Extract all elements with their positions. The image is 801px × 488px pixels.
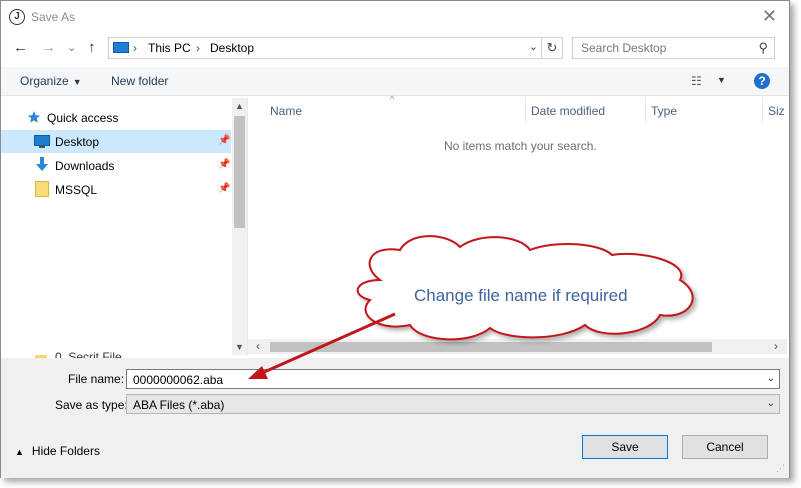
breadcrumb-desktop[interactable]: Desktop	[210, 41, 254, 55]
horizontal-scrollbar[interactable]: ‹ ›	[248, 339, 787, 354]
chevron-down-icon[interactable]: ⌄	[767, 373, 775, 384]
save-as-type-label: Save as type:	[55, 398, 128, 412]
save-as-type-value: ABA Files (*.aba)	[133, 398, 225, 412]
sidebar-item-label: MSSQL	[55, 183, 98, 197]
column-divider[interactable]	[525, 98, 526, 123]
back-arrow-icon[interactable]: ←	[13, 39, 28, 57]
resize-grip-icon[interactable]: ⋰	[776, 463, 785, 474]
sidebar-item-label: Desktop	[55, 135, 100, 149]
breadcrumb-separator: ›	[196, 41, 200, 55]
column-header-date-modified[interactable]: Date modified	[531, 104, 605, 118]
hide-folders-label: Hide Folders	[31, 444, 100, 458]
app-icon: J	[9, 9, 25, 25]
close-icon[interactable]: ✕	[762, 7, 777, 25]
breadcrumb-this-pc[interactable]: This PC	[148, 41, 191, 55]
sidebar-scrollbar[interactable]: ▲ ▼	[232, 98, 247, 355]
chevron-down-icon[interactable]: ▼	[717, 75, 726, 85]
column-header-size[interactable]: Siz	[768, 104, 785, 118]
scroll-up-icon[interactable]: ▲	[235, 101, 244, 111]
callout-text: Change file name if required	[414, 286, 628, 305]
folder-icon	[35, 181, 49, 197]
save-options-panel: File name: 0000000062.aba ⌄ Save as type…	[1, 358, 789, 478]
this-pc-icon	[113, 42, 129, 53]
help-icon[interactable]: ?	[754, 73, 770, 89]
refresh-icon[interactable]: ↻	[541, 38, 562, 58]
up-arrow-icon[interactable]: ↑	[88, 39, 96, 57]
search-box[interactable]: Search Desktop ⚲	[572, 37, 775, 59]
save-as-dialog: J Save As ✕ ← → ⌄ ↑ › This PC › Desktop …	[0, 0, 790, 478]
scroll-right-icon[interactable]: ›	[774, 339, 778, 353]
desktop-icon	[34, 135, 50, 148]
cancel-button[interactable]: Cancel	[682, 435, 768, 459]
sidebar-item-quick-access[interactable]: Quick access	[1, 106, 231, 129]
sidebar-item-label: Quick access	[47, 111, 119, 125]
scrollbar-thumb[interactable]	[270, 342, 712, 352]
scroll-left-icon[interactable]: ‹	[256, 339, 260, 353]
file-name-input[interactable]: 0000000062.aba ⌄	[126, 369, 780, 389]
save-as-type-select[interactable]: ABA Files (*.aba) ⌄	[126, 394, 780, 414]
sidebar-item-label: Downloads	[55, 159, 115, 173]
star-icon	[28, 111, 40, 123]
save-button[interactable]: Save	[582, 435, 668, 459]
file-name-value: 0000000062.aba	[133, 373, 224, 387]
navigation-bar: ← → ⌄ ↑ › This PC › Desktop ⌄ ↻ Search D…	[1, 37, 789, 61]
column-header-name[interactable]: Name	[270, 104, 302, 118]
search-icon[interactable]: ⚲	[758, 40, 768, 56]
scroll-down-icon[interactable]: ▼	[235, 342, 244, 352]
organize-button[interactable]: Organize ▼	[20, 74, 82, 88]
pin-icon[interactable]: 📌	[218, 159, 230, 170]
sidebar-item-mssql[interactable]: MSSQL 📌	[1, 178, 231, 201]
empty-list-message: No items match your search.	[444, 139, 597, 153]
chevron-down-icon[interactable]: ⌄	[767, 398, 775, 409]
column-header-type[interactable]: Type	[651, 104, 677, 118]
pin-icon[interactable]: 📌	[218, 183, 230, 194]
command-toolbar: Organize ▼ New folder ☷ ▼ ?	[1, 67, 789, 96]
sort-ascending-icon: ^	[390, 94, 395, 104]
sidebar-item-desktop[interactable]: Desktop 📌	[1, 130, 231, 153]
recent-locations-icon[interactable]: ⌄	[67, 39, 76, 57]
download-icon	[36, 157, 48, 171]
column-divider[interactable]	[645, 98, 646, 123]
hide-folders-button[interactable]: ▲ Hide Folders	[15, 444, 100, 458]
sidebar-item-downloads[interactable]: Downloads 📌	[1, 154, 231, 177]
search-placeholder: Search Desktop	[581, 41, 667, 55]
forward-arrow-icon[interactable]: →	[41, 39, 56, 57]
pin-icon[interactable]: 📌	[218, 135, 230, 146]
new-folder-button[interactable]: New folder	[111, 74, 168, 88]
view-options-icon[interactable]: ☷	[691, 74, 702, 88]
file-name-label: File name:	[68, 372, 125, 386]
address-bar[interactable]: › This PC › Desktop ⌄ ↻	[108, 37, 563, 59]
file-list-pane: ^ Name Date modified Type Siz No items m…	[247, 94, 787, 355]
title-bar: J Save As ✕	[1, 1, 789, 33]
window-title: Save As	[31, 10, 76, 24]
scrollbar-thumb[interactable]	[234, 116, 245, 228]
address-dropdown-icon[interactable]: ⌄	[529, 40, 538, 53]
chevron-up-icon: ▲	[15, 447, 24, 457]
chevron-down-icon: ▼	[72, 77, 82, 87]
breadcrumb-separator: ›	[133, 41, 137, 55]
column-divider[interactable]	[762, 98, 763, 123]
organize-label: Organize	[20, 74, 69, 88]
navigation-pane: Quick access Desktop 📌 Downloads 📌 MSSQL…	[1, 98, 247, 355]
